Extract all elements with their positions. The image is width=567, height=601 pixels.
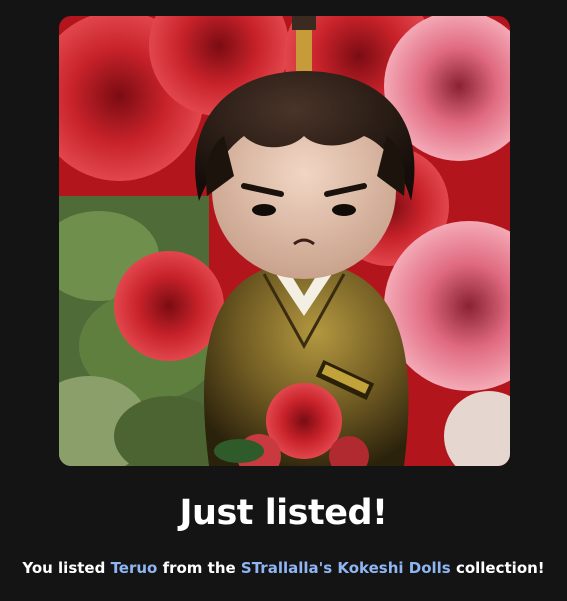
item-link[interactable]: Teruo	[111, 559, 158, 577]
message-suffix: collection!	[450, 559, 545, 577]
nft-image	[59, 16, 510, 466]
message-prefix: You listed	[22, 559, 111, 577]
dialog-title: Just listed!	[179, 493, 389, 533]
listing-message: You listed Teruo from the STrallalla's K…	[0, 556, 567, 580]
collection-link[interactable]: STrallalla's Kokeshi Dolls	[241, 559, 451, 577]
listing-success-dialog: Just listed! You listed Teruo from the S…	[0, 0, 567, 601]
message-middle: from the	[157, 559, 241, 577]
kokeshi-doll-artwork	[59, 16, 510, 466]
